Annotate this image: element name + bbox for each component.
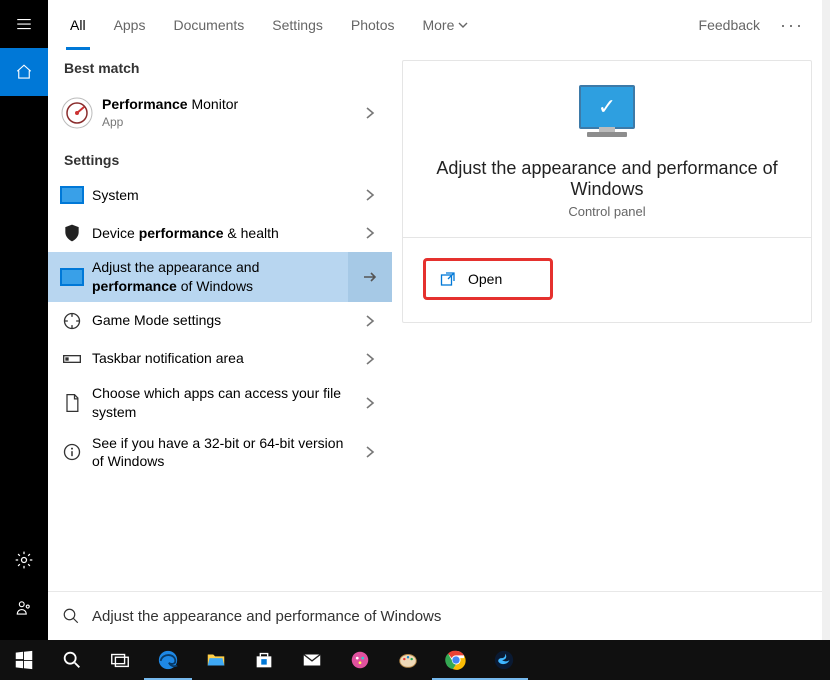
taskbar-chrome[interactable] [432,640,480,680]
preview-subtitle: Control panel [427,204,787,219]
expand-button[interactable] [348,226,392,240]
settings-item[interactable]: See if you have a 32-bit or 64-bit versi… [48,428,392,478]
preview-title: Adjust the appearance and performance of… [427,158,787,200]
task-view[interactable] [96,640,144,680]
taskbar-mail[interactable] [288,640,336,680]
edge-icon [157,649,179,671]
tab-more[interactable]: More [408,0,482,50]
tab-all[interactable]: All [56,0,100,50]
best-match-title: Performance Monitor [102,96,238,112]
settings-section-header: Settings [48,142,392,176]
settings-item-label: Game Mode settings [92,305,348,336]
expand-button[interactable] [348,314,392,328]
best-match-sub: App [102,114,344,130]
paint3d-icon [349,649,371,671]
settings-item[interactable]: Device performance & health [48,214,392,252]
paint-icon [397,649,419,671]
shield-icon [60,221,84,245]
taskbar-store[interactable] [240,640,288,680]
tab-apps[interactable]: Apps [100,0,160,50]
expand-button[interactable] [348,106,392,120]
start-button[interactable] [0,640,48,680]
settings-item[interactable]: Taskbar notification area [48,340,392,378]
taskbar-explorer[interactable] [192,640,240,680]
chrome-icon [445,649,467,671]
settings-item-label: Device performance & health [92,218,348,249]
expand-button[interactable] [348,396,392,410]
more-options-button[interactable]: ··· [770,20,814,30]
settings-item[interactable]: System [48,176,392,214]
best-match-header: Best match [48,50,392,84]
gamemode-icon [60,309,84,333]
taskbar-edge[interactable] [144,640,192,680]
search-panel: All Apps Documents Settings Photos More … [48,0,822,640]
monitor-icon [60,265,84,289]
settings-button[interactable] [0,536,48,584]
tab-settings[interactable]: Settings [258,0,337,50]
taskbar-paint[interactable] [384,640,432,680]
store-icon [253,649,275,671]
monitor-icon [60,183,84,207]
open-icon [440,271,456,287]
taskbar [0,640,830,680]
person-icon [15,599,33,617]
monitor-icon: ✓ [573,85,641,137]
settings-item-label: See if you have a 32-bit or 64-bit versi… [92,428,348,478]
chevron-right-icon [365,106,375,120]
tab-photos[interactable]: Photos [337,0,409,50]
tab-documents[interactable]: Documents [159,0,258,50]
hamburger-icon [15,15,33,33]
best-match-item[interactable]: Performance Monitor App [48,84,392,142]
account-button[interactable] [0,584,48,632]
taskview-icon [109,649,131,671]
taskbar-search[interactable] [48,640,96,680]
info-icon [60,440,84,464]
preview-card: ✓ Adjust the appearance and performance … [402,60,812,323]
folder-icon [205,649,227,671]
settings-item[interactable]: Game Mode settings [48,302,392,340]
search-icon [61,649,83,671]
open-label: Open [468,271,502,287]
settings-item-label: Adjust the appearance and performance of… [92,252,348,302]
mail-icon [301,649,323,671]
settings-item[interactable]: Choose which apps can access your file s… [48,378,392,428]
expand-button[interactable] [348,252,392,302]
settings-item-label: Choose which apps can access your file s… [92,378,348,428]
settings-item-label: System [92,180,348,211]
scope-tabs: All Apps Documents Settings Photos More … [48,0,822,51]
search-bar[interactable]: Adjust the appearance and performance of… [48,591,822,640]
feedback-link[interactable]: Feedback [689,17,770,33]
doc-icon [60,391,84,415]
taskbar-paint3d[interactable] [336,640,384,680]
windows-icon [13,649,35,671]
preview-column: ✓ Adjust the appearance and performance … [392,50,822,592]
settings-item[interactable]: Adjust the appearance and performance of… [48,252,392,302]
taskbar-icon [60,347,84,371]
chevron-down-icon [458,20,468,30]
search-icon [62,607,80,625]
results-column: Best match Performance Monitor App Setti… [48,50,392,592]
home-icon [15,63,33,81]
expand-button[interactable] [348,352,392,366]
hamburger-button[interactable] [0,0,48,48]
gear-icon [14,550,34,570]
settings-item-label: Taskbar notification area [92,343,348,374]
taskbar-app[interactable] [480,640,528,680]
open-button[interactable]: Open [423,258,553,300]
search-query: Adjust the appearance and performance of… [92,608,808,625]
perfmon-icon [60,96,94,130]
start-rail [0,0,48,640]
expand-button[interactable] [348,445,392,459]
expand-button[interactable] [348,188,392,202]
swirl-icon [493,649,515,671]
home-button[interactable] [0,48,48,96]
